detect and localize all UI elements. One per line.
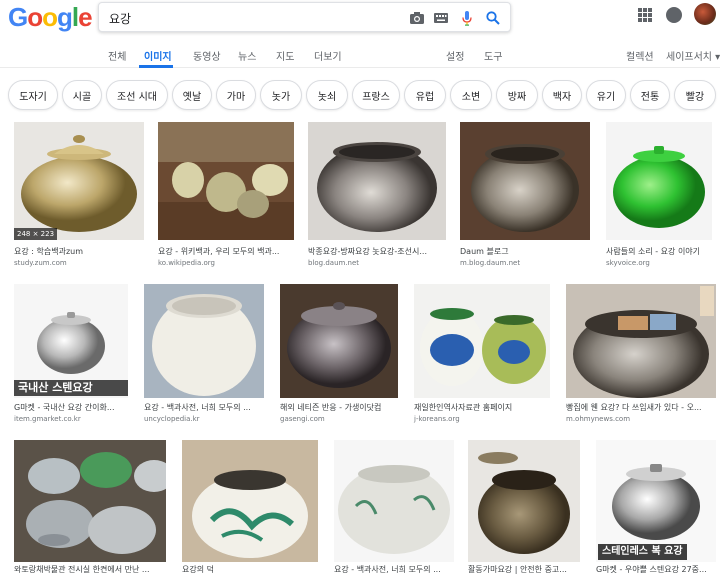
result-title[interactable]: 요강 - 백과사전, 너희 모두의 ...	[144, 402, 264, 413]
tab-maps[interactable]: 지도	[276, 48, 294, 63]
chip[interactable]: 옛날	[172, 80, 212, 110]
result-thumbnail[interactable]	[414, 284, 550, 398]
image-result[interactable]: 248 × 223 요강 : 학습백과zum study.zum.com	[14, 122, 144, 270]
image-result[interactable]: 국내산 스텐요강 G마켓 - 국내산 요강 간이화... item.gmarke…	[14, 284, 128, 424]
image-result[interactable]: 요강 - 백과사전, 너희 모두의 ... uncyclopedia.kr	[144, 284, 264, 424]
result-thumbnail[interactable]	[158, 122, 294, 240]
search-icon[interactable]	[485, 10, 501, 26]
chip[interactable]: 방짜	[496, 80, 538, 110]
chip[interactable]: 소변	[450, 80, 492, 110]
result-thumbnail[interactable]	[468, 440, 580, 562]
active-tab-indicator	[139, 65, 173, 68]
result-title[interactable]: 요강 - 백과사전, 너희 모두의 ...	[334, 564, 454, 575]
image-result[interactable]: 해외 네티즌 반응 - 가생이닷컴 gasengi.com	[280, 284, 398, 424]
result-source[interactable]: study.zum.com	[14, 259, 67, 267]
result-title[interactable]: 요강 : 학습백과zum	[14, 246, 144, 257]
apps-grid-icon[interactable]	[638, 8, 652, 22]
microphone-icon[interactable]	[459, 10, 475, 26]
result-thumbnail[interactable]	[182, 440, 318, 562]
result-title[interactable]: G마켓 - 국내산 요강 간이화...	[14, 402, 128, 413]
result-source[interactable]: j-koreans.org	[414, 415, 460, 423]
header: Google	[0, 0, 720, 36]
result-thumbnail[interactable]	[14, 122, 144, 240]
result-source[interactable]: m.blog.daum.net	[460, 259, 520, 267]
image-result[interactable]: 박종요강-방짜요강 놋요강-조선시... blog.daum.net	[308, 122, 446, 270]
tab-videos[interactable]: 동영상	[193, 48, 221, 63]
chip[interactable]: 유기	[586, 80, 626, 110]
search-input[interactable]	[109, 9, 399, 27]
result-thumbnail[interactable]	[308, 122, 446, 240]
result-source[interactable]: ko.wikipedia.org	[158, 259, 215, 267]
result-thumbnail[interactable]	[606, 122, 712, 240]
result-thumbnail[interactable]	[334, 440, 454, 562]
result-title[interactable]: 빵집에 웬 요강? 다 쓰임새가 있다 - 오...	[566, 402, 716, 413]
tab-all[interactable]: 전체	[108, 48, 126, 63]
result-source[interactable]: uncyclopedia.kr	[144, 415, 200, 423]
tab-images[interactable]: 이미지	[144, 48, 172, 63]
chip[interactable]: 시골	[62, 80, 102, 110]
collections-link[interactable]: 컬렉션	[626, 48, 654, 63]
google-logo[interactable]: Google	[8, 3, 93, 31]
image-result[interactable]: 사람들의 소리 - 요강 이야기 skyvoice.org	[606, 122, 712, 270]
image-result[interactable]: 와토랑채박물관 전시실 한켠에서 만난 ...	[14, 440, 166, 576]
related-chips-bar: 도자기 시골 조선 시대 옛날 가마 놋가 놋쇠 프랑스 유럽 소변 방짜 백자…	[0, 76, 720, 116]
chip[interactable]: 전통	[630, 80, 670, 110]
tab-more[interactable]: 더보기	[314, 48, 342, 63]
result-title[interactable]: 사람들의 소리 - 요강 이야기	[606, 246, 712, 257]
image-result[interactable]: 요강 - 위키백과, 우리 모두의 백과... ko.wikipedia.org	[158, 122, 294, 270]
result-source[interactable]: skyvoice.org	[606, 259, 650, 267]
image-dimensions: 248 × 223	[14, 228, 58, 240]
result-thumbnail[interactable]	[566, 284, 716, 398]
keyboard-icon[interactable]	[433, 10, 449, 26]
result-title[interactable]: Daum 블로그	[460, 246, 590, 257]
tab-settings[interactable]: 설정	[446, 48, 464, 63]
notifications-icon[interactable]	[666, 7, 682, 23]
result-source[interactable]: gasengi.com	[280, 415, 325, 423]
image-result[interactable]: 활동가마요강 | 안전한 중고...	[468, 440, 580, 576]
result-thumbnail[interactable]	[460, 122, 590, 240]
tab-tools[interactable]: 도구	[484, 48, 502, 63]
result-title[interactable]: 요강의 덕	[182, 564, 318, 575]
chip[interactable]: 놋가	[260, 80, 302, 110]
result-title[interactable]: 와토랑채박물관 전시실 한켠에서 만난 ...	[14, 564, 166, 575]
image-result[interactable]: Daum 블로그 m.blog.daum.net	[460, 122, 590, 270]
result-source[interactable]: blog.daum.net	[308, 259, 359, 267]
result-title[interactable]: 재일한인역사자료관 홈페이지	[414, 402, 550, 413]
avatar[interactable]	[694, 3, 716, 25]
search-nav-tabs: 전체 이미지 동영상 뉴스 지도 더보기 설정 도구 컬렉션 세이프서치 ▾	[0, 36, 720, 68]
chip[interactable]: 프랑스	[352, 80, 400, 110]
image-caption-overlay: 국내산 스텐요강	[14, 380, 128, 396]
result-source[interactable]: item.gmarket.co.kr	[14, 415, 81, 423]
result-thumbnail[interactable]	[14, 440, 166, 562]
chip[interactable]: 놋쇠	[306, 80, 348, 110]
result-title[interactable]: 요강 - 위키백과, 우리 모두의 백과...	[158, 246, 294, 257]
camera-icon[interactable]	[409, 10, 425, 26]
safesearch-dropdown[interactable]: 세이프서치 ▾	[666, 48, 720, 63]
chip[interactable]: 백자	[542, 80, 582, 110]
image-caption-overlay: 스테인레스 복 요강	[598, 544, 687, 560]
tab-news[interactable]: 뉴스	[238, 48, 256, 63]
chip[interactable]: 도자기	[8, 80, 58, 110]
chip[interactable]: 빨강	[674, 80, 716, 110]
result-title[interactable]: 박종요강-방짜요강 놋요강-조선시...	[308, 246, 446, 257]
result-thumbnail[interactable]	[280, 284, 398, 398]
search-box[interactable]	[98, 2, 511, 32]
image-result[interactable]: 빵집에 웬 요강? 다 쓰임새가 있다 - 오... m.ohmynews.co…	[566, 284, 716, 424]
chip[interactable]: 가마	[216, 80, 256, 110]
image-result[interactable]: 요강의 덕	[182, 440, 318, 576]
result-source[interactable]: m.ohmynews.com	[566, 415, 630, 423]
image-result[interactable]: 요강 - 백과사전, 너희 모두의 ...	[334, 440, 454, 576]
result-title[interactable]: G마켓 - 우야쁠 스텐요강 27중...	[596, 564, 716, 575]
result-title[interactable]: 해외 네티즌 반응 - 가생이닷컴	[280, 402, 398, 413]
chip[interactable]: 유럽	[404, 80, 446, 110]
image-result[interactable]: 스테인레스 복 요강 G마켓 - 우야쁠 스텐요강 27중...	[596, 440, 716, 576]
result-title[interactable]: 활동가마요강 | 안전한 중고...	[468, 564, 580, 575]
chip[interactable]: 조선 시대	[106, 80, 168, 110]
image-result[interactable]: 재일한인역사자료관 홈페이지 j-koreans.org	[414, 284, 550, 424]
result-thumbnail[interactable]	[144, 284, 264, 398]
